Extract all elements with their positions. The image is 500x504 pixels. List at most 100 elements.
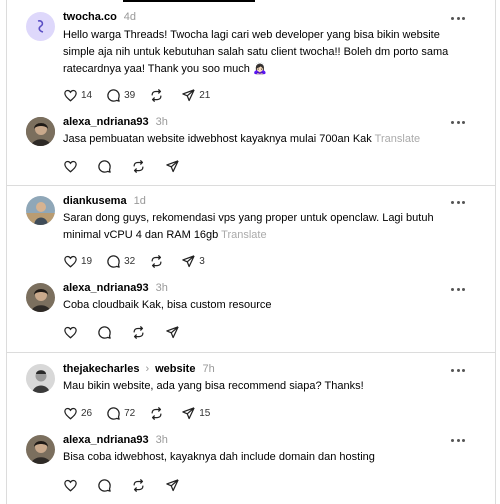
avatar[interactable] [26, 364, 55, 393]
timestamp[interactable]: 3h [156, 434, 168, 446]
comment-icon [107, 406, 120, 420]
share-button[interactable]: 21 [181, 88, 210, 103]
more-icon[interactable] [451, 439, 465, 443]
reply-button[interactable]: 72 [106, 406, 135, 421]
repost-icon [151, 88, 162, 102]
share-button[interactable]: 3 [181, 254, 205, 269]
share-icon [166, 325, 179, 338]
share-button[interactable] [165, 325, 180, 340]
share-icon [182, 406, 195, 419]
comment-icon [107, 254, 120, 268]
avatar[interactable] [26, 117, 55, 146]
repost-button[interactable] [149, 406, 167, 421]
translate-link[interactable]: Translate [221, 229, 266, 241]
post-text: Bisa coba idwebhost, kayaknya dah includ… [63, 451, 375, 463]
reply-button[interactable]: 32 [106, 254, 135, 269]
translate-link[interactable]: Translate [375, 133, 420, 145]
repost-button[interactable] [131, 159, 146, 174]
timestamp[interactable]: 3h [156, 282, 168, 294]
share-icon [182, 88, 195, 101]
heart-icon [64, 255, 77, 268]
post-text: Hello warga Threads! Twocha lagi cari we… [63, 29, 449, 75]
reply-count: 72 [124, 407, 136, 419]
timestamp[interactable]: 3h [156, 116, 168, 128]
share-icon [166, 478, 179, 491]
like-button[interactable]: 14 [63, 88, 92, 103]
heart-icon [64, 407, 77, 420]
chevron-right-icon: › [145, 363, 150, 375]
reply-count: 39 [124, 89, 136, 101]
comment-icon [98, 478, 111, 492]
more-icon[interactable] [451, 288, 465, 292]
like-button[interactable] [63, 159, 78, 174]
tab-indicator [123, 0, 255, 2]
like-button[interactable] [63, 478, 78, 493]
post-actions: 19 32 3 [63, 253, 219, 269]
repost-icon [151, 254, 162, 268]
timestamp[interactable]: 7h [202, 363, 214, 375]
post-actions [63, 477, 194, 493]
thread-divider [7, 185, 495, 186]
heart-icon [64, 160, 77, 173]
reply-count: 32 [124, 255, 136, 267]
post-text: Saran dong guys, rekomendasi vps yang pr… [63, 210, 463, 244]
more-icon[interactable] [451, 17, 465, 21]
post-actions: 26 72 15 [63, 405, 224, 421]
post-text: Jasa pembuatan website idwebhost kayakny… [63, 131, 463, 148]
username[interactable]: alexa_ndriana93 [63, 116, 149, 128]
post-text: Mau bikin website, ada yang bisa recomme… [63, 380, 364, 392]
username[interactable]: thejakecharles [63, 363, 139, 375]
share-count: 21 [199, 89, 211, 101]
reply-button[interactable]: 39 [106, 88, 135, 103]
comment-icon [107, 88, 120, 102]
like-button[interactable] [63, 325, 78, 340]
like-count: 14 [81, 89, 93, 101]
avatar[interactable] [26, 196, 55, 225]
avatar[interactable] [26, 283, 55, 312]
reply-button[interactable] [97, 478, 112, 493]
more-icon[interactable] [451, 121, 465, 125]
username[interactable]: twocha.co [63, 11, 117, 23]
heart-icon [64, 326, 77, 339]
post-actions [63, 158, 194, 174]
share-icon [182, 254, 195, 267]
repost-button[interactable] [131, 478, 146, 493]
more-icon[interactable] [451, 201, 465, 205]
thread-divider [7, 352, 495, 353]
repost-icon [133, 478, 144, 492]
share-button[interactable] [165, 478, 180, 493]
share-button[interactable]: 15 [181, 406, 210, 421]
comment-icon [98, 159, 111, 173]
share-icon [166, 159, 179, 172]
username[interactable]: alexa_ndriana93 [63, 282, 149, 294]
topic-tag[interactable]: website [155, 363, 195, 375]
post-actions [63, 324, 194, 340]
reply-button[interactable] [97, 159, 112, 174]
repost-icon [133, 159, 144, 173]
timestamp[interactable]: 1d [134, 195, 146, 207]
post-actions: 14 39 21 [63, 87, 224, 103]
repost-button[interactable] [149, 88, 167, 103]
avatar[interactable] [26, 435, 55, 464]
more-icon[interactable] [451, 369, 465, 373]
share-button[interactable] [165, 159, 180, 174]
username[interactable]: diankusema [63, 195, 127, 207]
timestamp[interactable]: 4d [124, 11, 136, 23]
heart-icon [64, 89, 77, 102]
username[interactable]: alexa_ndriana93 [63, 434, 149, 446]
share-count: 15 [199, 407, 211, 419]
like-button[interactable]: 19 [63, 254, 92, 269]
like-count: 26 [81, 407, 93, 419]
like-count: 19 [81, 255, 93, 267]
comment-icon [98, 325, 111, 339]
like-button[interactable]: 26 [63, 406, 92, 421]
reply-button[interactable] [97, 325, 112, 340]
post-text: Coba cloudbaik Kak, bisa custom resource [63, 299, 272, 311]
heart-icon [64, 479, 77, 492]
repost-button[interactable] [131, 325, 146, 340]
repost-icon [133, 325, 144, 339]
avatar[interactable] [26, 12, 55, 41]
feed-panel: twocha.co 4d Hello warga Threads! Twocha… [6, 0, 496, 504]
reply-text: Jasa pembuatan website idwebhost kayakny… [63, 133, 372, 145]
repost-button[interactable] [149, 254, 167, 269]
